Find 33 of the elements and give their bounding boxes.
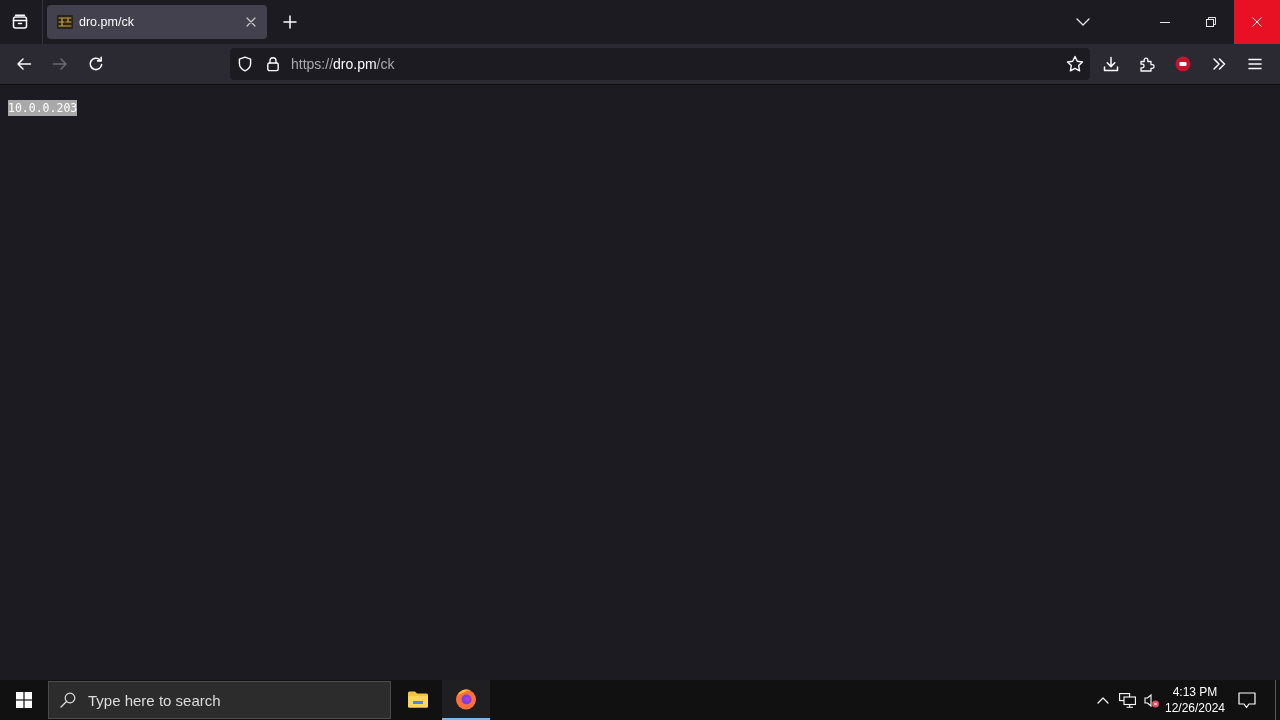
four-squares-icon[interactable] (16, 692, 32, 708)
box-icon[interactable] (12, 14, 28, 30)
app-logo-icon (455, 688, 477, 710)
back-arrow-icon[interactable] (16, 56, 32, 72)
lock-icon[interactable] (265, 56, 281, 72)
folder-icon (407, 690, 429, 708)
close-icon (1252, 17, 1262, 27)
clock-time: 4:13 PM (1172, 684, 1218, 700)
search-field[interactable]: Type here to search (48, 681, 391, 719)
star-icon[interactable] (1066, 55, 1084, 73)
caret-up-icon[interactable] (1097, 696, 1109, 704)
close-icon[interactable] (246, 17, 256, 27)
round-badge-icon[interactable] (1175, 56, 1191, 72)
speech-bubble-icon[interactable] (1238, 691, 1256, 709)
shield-icon[interactable] (237, 56, 253, 72)
menu-icon[interactable] (1247, 56, 1263, 72)
browser-tab[interactable]: dro.pm/ck (47, 5, 267, 39)
favicon-icon (57, 14, 73, 30)
search-icon (60, 692, 76, 708)
monitors-icon[interactable] (1118, 692, 1136, 708)
minimize-icon (1160, 21, 1170, 23)
restore-icon (1206, 17, 1216, 27)
download-icon[interactable] (1103, 56, 1119, 72)
clock-date: 12/26/2024 (1164, 700, 1226, 716)
taskbar-app-button[interactable] (442, 680, 490, 720)
ip-address-text: 10.0.0.203 (8, 100, 78, 116)
address-bar[interactable]: https://dro.pm/ck (230, 48, 1090, 80)
speaker-icon[interactable] (1143, 692, 1159, 708)
double-chevron-icon[interactable] (1211, 56, 1227, 72)
chevron-down-icon[interactable] (1076, 18, 1090, 26)
reload-icon[interactable] (88, 56, 104, 72)
puzzle-piece-icon[interactable] (1139, 56, 1155, 72)
plus-icon[interactable] (283, 15, 297, 29)
